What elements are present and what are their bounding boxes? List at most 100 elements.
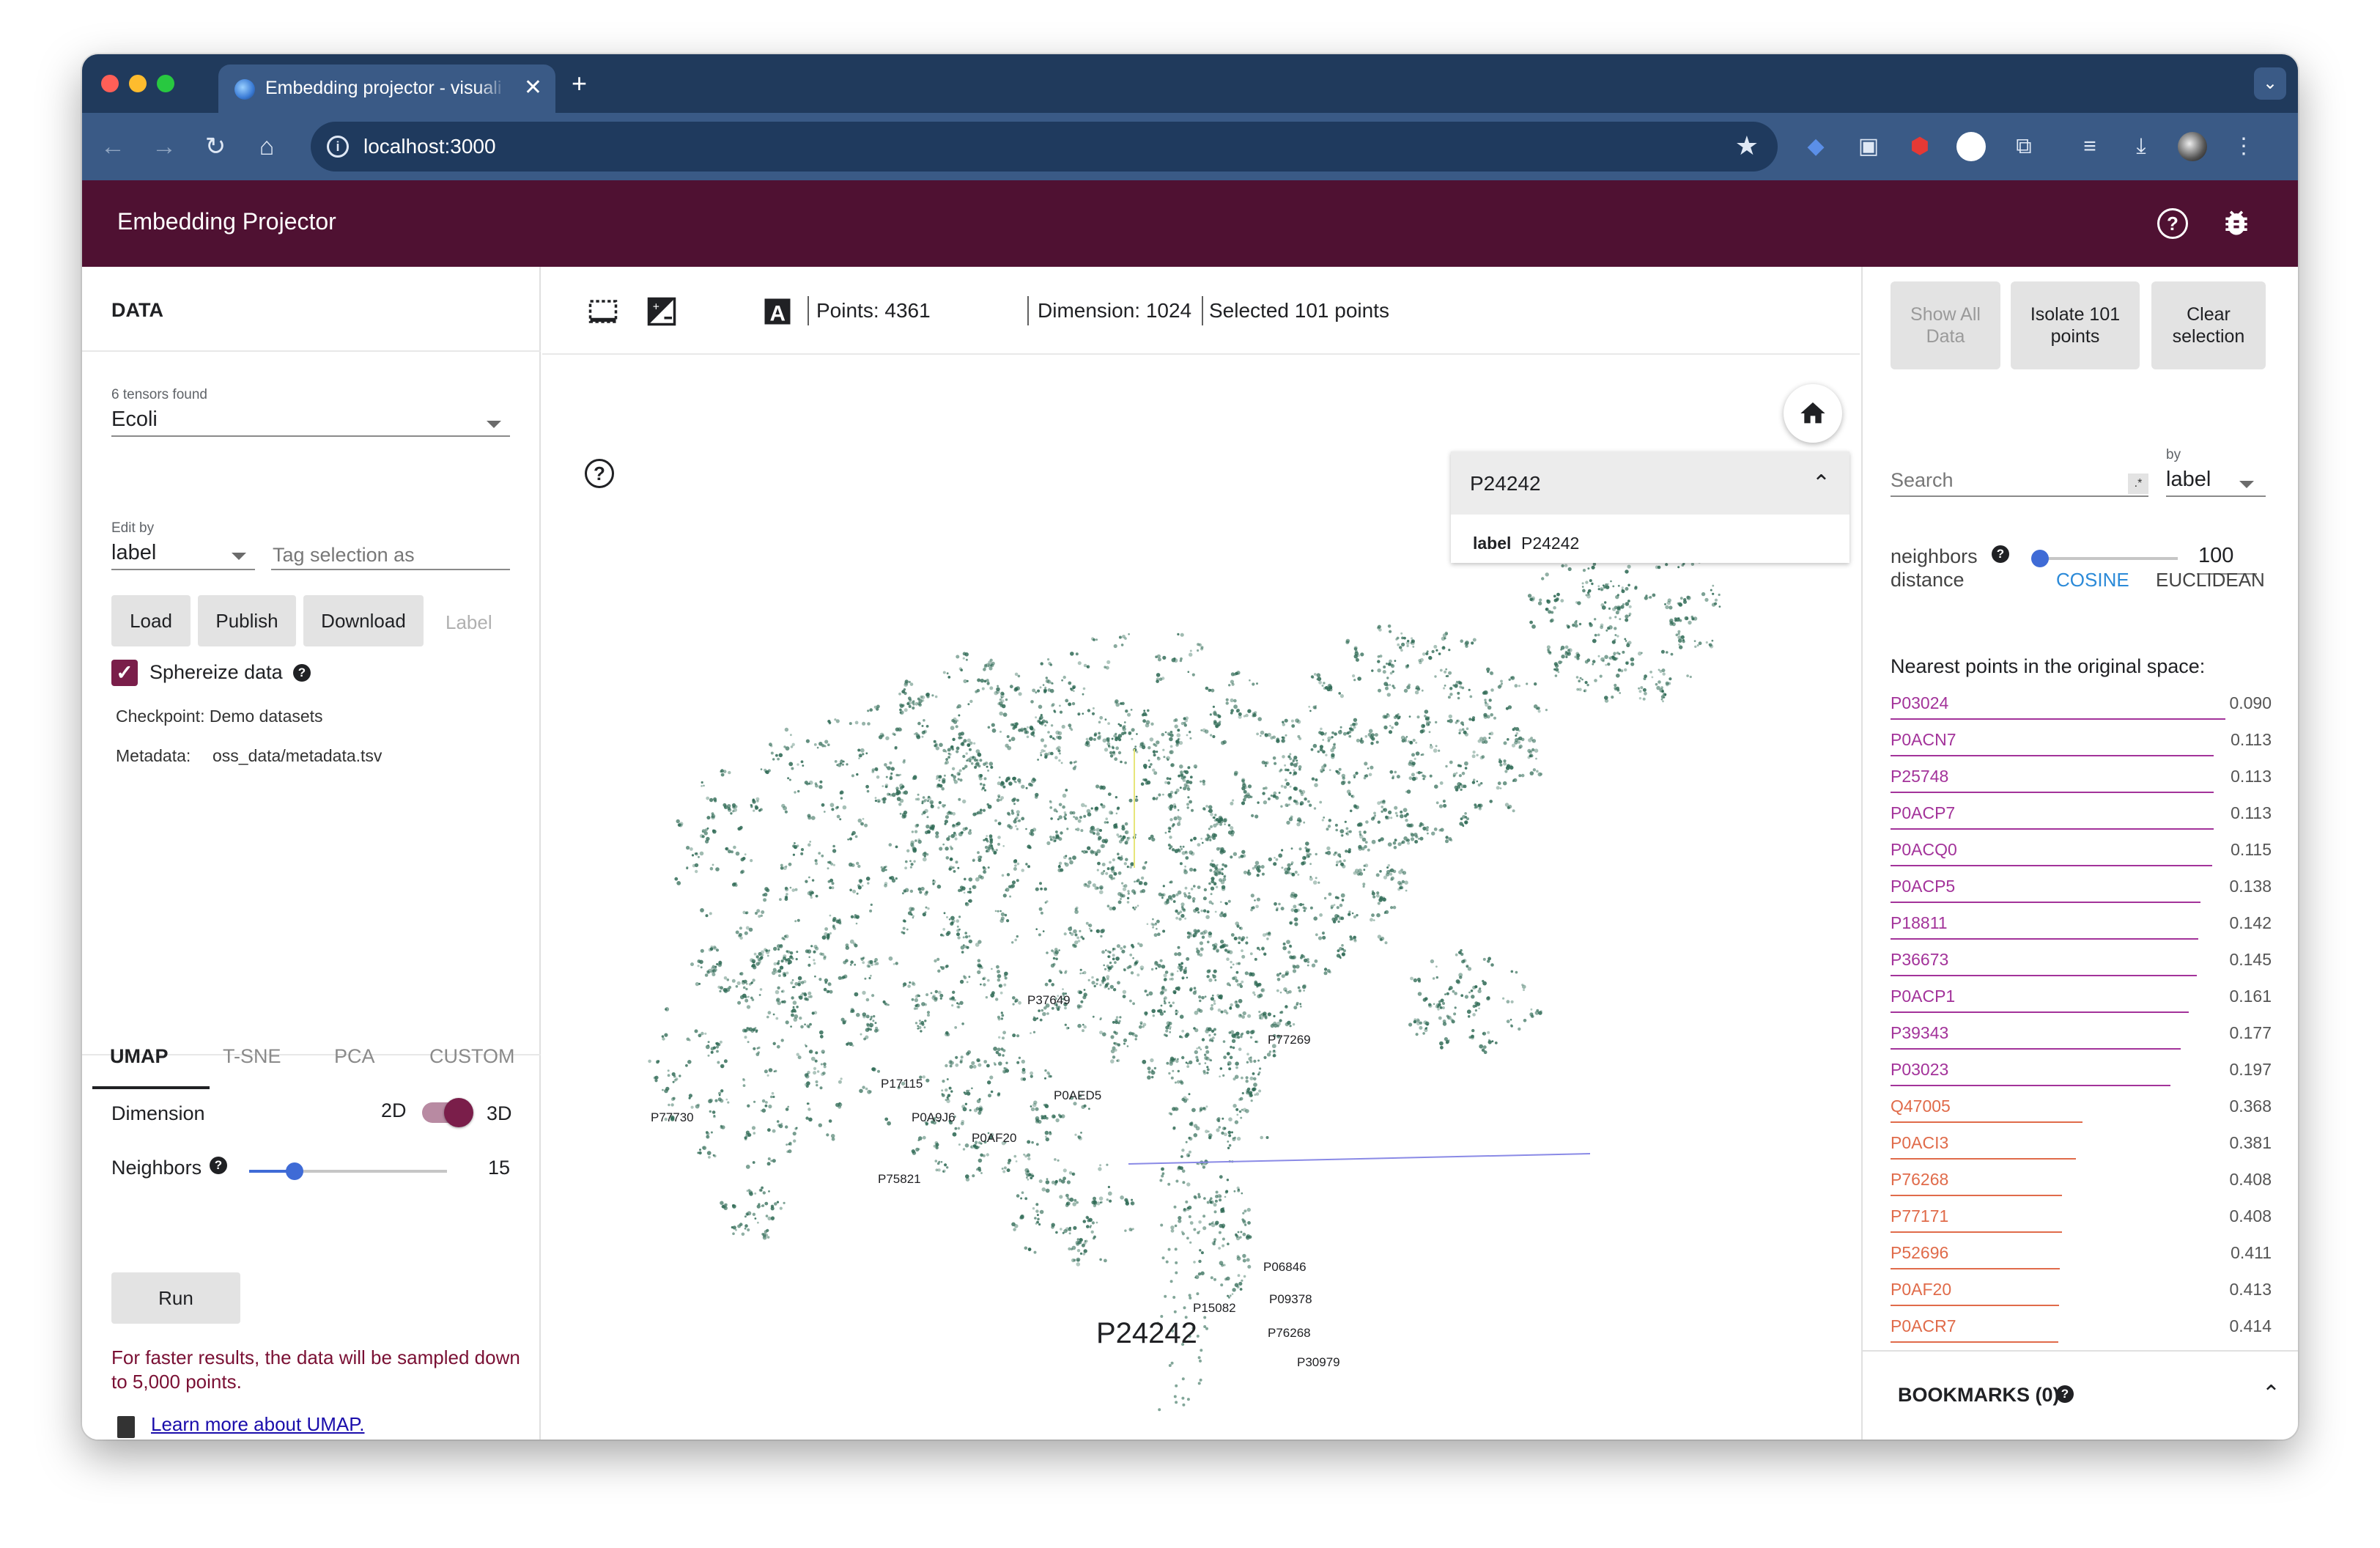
data-point[interactable] (715, 948, 720, 952)
data-point[interactable] (1335, 828, 1338, 832)
data-point[interactable] (1104, 986, 1106, 989)
data-point[interactable] (1502, 781, 1507, 786)
data-point[interactable] (913, 733, 916, 735)
data-point[interactable] (1169, 792, 1172, 795)
data-point[interactable] (1010, 737, 1016, 742)
data-point[interactable] (1049, 663, 1053, 666)
data-point[interactable] (1080, 1000, 1084, 1003)
data-point[interactable] (1080, 935, 1084, 939)
data-point[interactable] (1661, 690, 1664, 693)
data-point[interactable] (1431, 649, 1435, 654)
data-point[interactable] (1074, 817, 1079, 820)
data-point[interactable] (718, 1091, 722, 1095)
data-point[interactable] (785, 746, 790, 751)
data-point[interactable] (1584, 660, 1589, 664)
data-point[interactable] (1110, 1059, 1115, 1064)
data-point[interactable] (962, 754, 966, 759)
data-point[interactable] (876, 775, 880, 779)
data-point[interactable] (815, 946, 819, 951)
data-point[interactable] (1169, 737, 1173, 742)
data-point[interactable] (1417, 992, 1422, 996)
data-point[interactable] (715, 1045, 720, 1049)
data-point[interactable] (1134, 963, 1137, 967)
data-point[interactable] (1394, 660, 1397, 662)
data-point[interactable] (1070, 688, 1073, 691)
data-point[interactable] (722, 987, 728, 992)
data-point[interactable] (1208, 1223, 1211, 1226)
data-point[interactable] (1634, 586, 1638, 589)
data-point[interactable] (1082, 1253, 1086, 1256)
data-point[interactable] (1230, 966, 1232, 969)
data-point[interactable] (1243, 789, 1247, 794)
data-point[interactable] (1216, 863, 1219, 866)
data-point[interactable] (951, 921, 954, 924)
data-point[interactable] (1049, 800, 1052, 804)
data-point[interactable] (1280, 784, 1284, 788)
data-point[interactable] (1052, 957, 1056, 960)
data-point[interactable] (937, 806, 940, 809)
data-point[interactable] (1605, 663, 1608, 666)
data-point[interactable] (1290, 955, 1296, 959)
data-point[interactable] (897, 774, 900, 777)
data-point[interactable] (1070, 926, 1072, 929)
data-point[interactable] (954, 837, 958, 841)
data-point[interactable] (1466, 965, 1468, 968)
data-point[interactable] (1324, 686, 1327, 689)
data-point[interactable] (1119, 1016, 1122, 1019)
data-point[interactable] (1400, 632, 1403, 635)
data-point[interactable] (1619, 692, 1622, 694)
data-point[interactable] (791, 978, 794, 981)
data-point[interactable] (1188, 1093, 1191, 1096)
data-point[interactable] (1425, 1027, 1428, 1029)
data-point[interactable] (1149, 737, 1154, 742)
data-point[interactable] (1101, 863, 1106, 866)
data-point[interactable] (1514, 684, 1518, 688)
data-point[interactable] (832, 917, 837, 921)
data-point[interactable] (778, 1124, 783, 1129)
data-point[interactable] (1426, 1023, 1429, 1026)
data-point[interactable] (800, 848, 805, 852)
data-point[interactable] (1021, 869, 1024, 872)
data-point[interactable] (891, 792, 896, 797)
data-point[interactable] (1210, 893, 1213, 896)
data-point[interactable] (1175, 1059, 1179, 1064)
data-point[interactable] (1416, 771, 1419, 774)
data-point[interactable] (1177, 729, 1180, 732)
data-point[interactable] (795, 958, 798, 961)
data-point[interactable] (1202, 1069, 1206, 1073)
data-point[interactable] (1157, 964, 1162, 968)
data-point[interactable] (706, 1151, 712, 1155)
data-point[interactable] (1137, 904, 1139, 907)
data-point[interactable] (1024, 731, 1027, 734)
data-point[interactable] (1044, 901, 1047, 904)
data-point[interactable] (1349, 727, 1353, 731)
data-point[interactable] (1115, 796, 1118, 799)
data-point[interactable] (1638, 651, 1642, 656)
data-point[interactable] (1208, 1136, 1212, 1140)
data-point[interactable] (943, 912, 946, 915)
data-point[interactable] (790, 1025, 792, 1028)
data-point[interactable] (1586, 591, 1589, 594)
data-point[interactable] (1339, 903, 1343, 907)
data-point[interactable] (964, 902, 969, 907)
data-point[interactable] (1628, 614, 1631, 617)
data-point[interactable] (1123, 1038, 1128, 1042)
data-point[interactable] (1109, 984, 1114, 989)
data-point[interactable] (1186, 1236, 1189, 1240)
data-point[interactable] (960, 731, 964, 736)
data-point[interactable] (829, 803, 835, 808)
data-point[interactable] (849, 939, 854, 944)
data-point[interactable] (728, 770, 731, 775)
data-point[interactable] (939, 742, 943, 748)
data-point[interactable] (963, 679, 967, 684)
data-point[interactable] (1121, 825, 1125, 828)
data-point[interactable] (1390, 817, 1393, 819)
data-point[interactable] (1464, 761, 1468, 766)
data-point[interactable] (1103, 964, 1105, 967)
data-point[interactable] (1156, 740, 1160, 745)
data-point[interactable] (1339, 829, 1345, 833)
data-point[interactable] (996, 798, 1000, 803)
data-point[interactable] (909, 866, 912, 869)
data-point[interactable] (1002, 785, 1006, 789)
data-point[interactable] (1102, 976, 1105, 979)
